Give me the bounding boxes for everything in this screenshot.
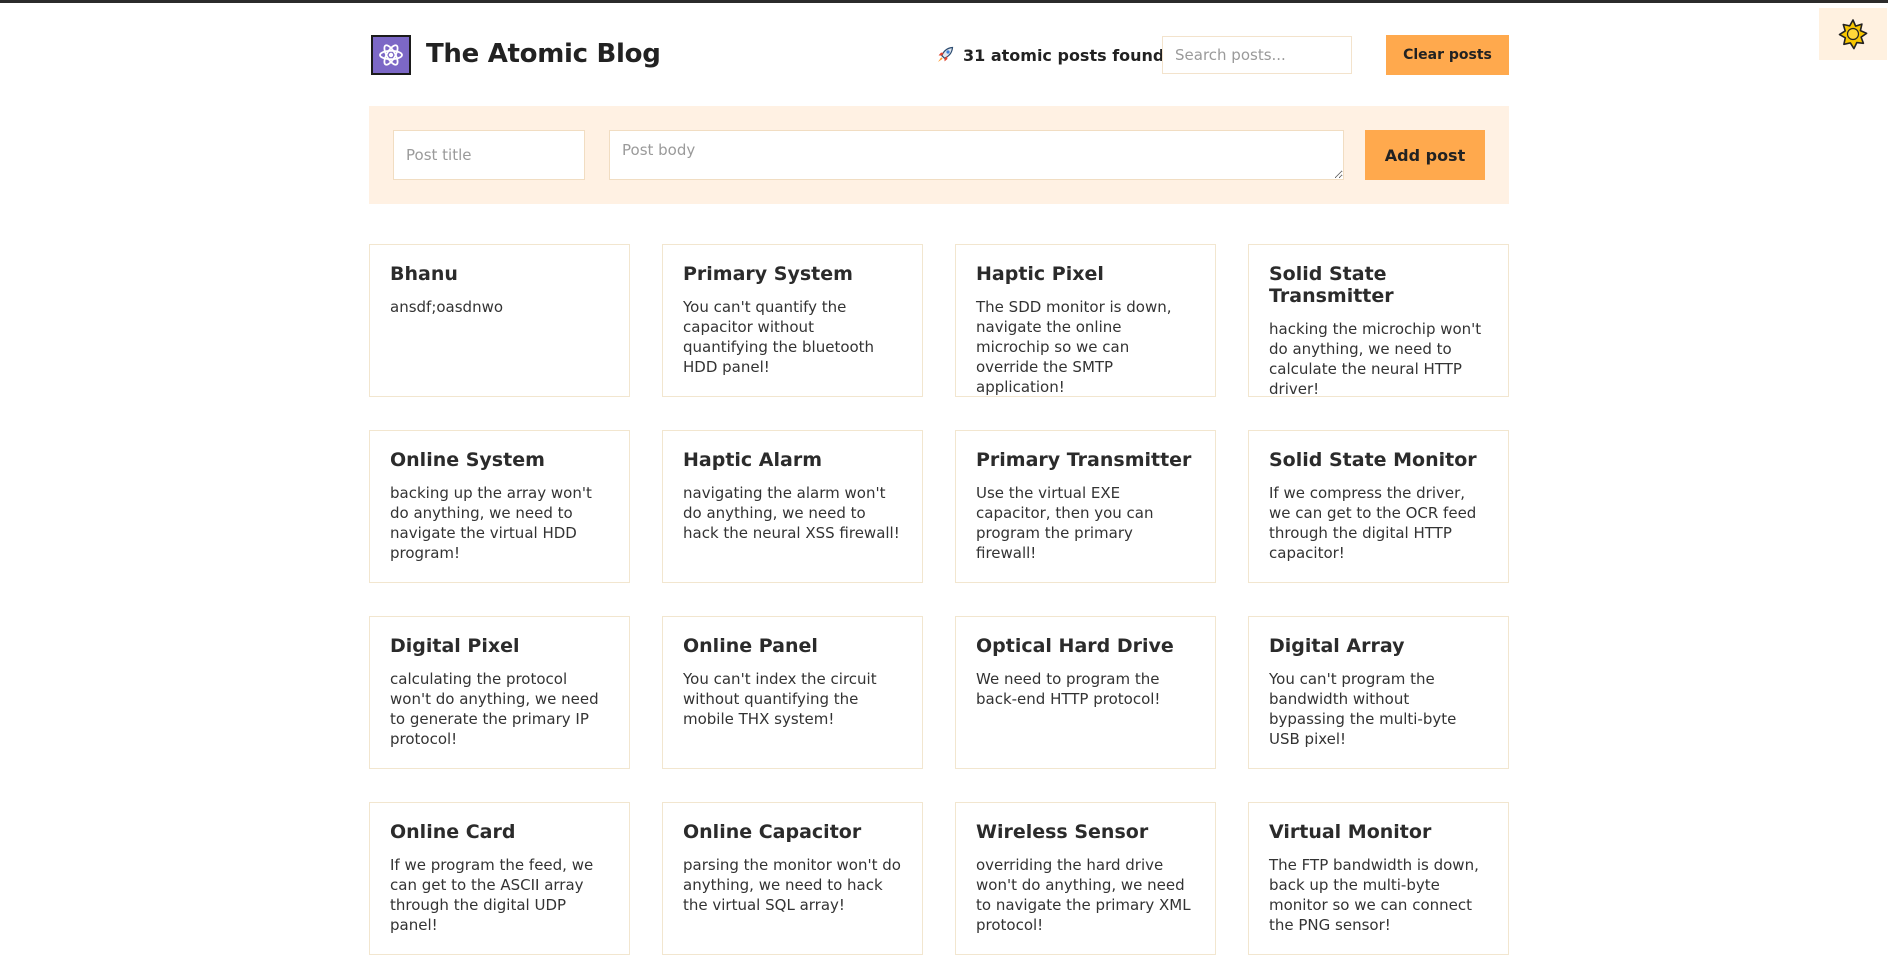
add-post-button[interactable]: Add post <box>1365 130 1485 180</box>
add-post-form: Add post <box>369 106 1509 204</box>
top-border <box>0 0 1888 3</box>
post-title: Wireless Sensor <box>976 821 1149 843</box>
post-title: Haptic Alarm <box>683 449 823 471</box>
search-input[interactable] <box>1162 36 1352 74</box>
post-card: Bhanu ansdf;oasdnwo <box>369 244 630 397</box>
post-card: Optical Hard Drive We need to program the… <box>955 616 1216 769</box>
post-title: Solid State Monitor <box>1269 449 1477 471</box>
post-title: Haptic Pixel <box>976 263 1104 285</box>
post-body-input[interactable] <box>609 130 1344 180</box>
post-card: Digital Pixel calculating the protocol wo… <box>369 616 630 769</box>
clear-posts-button[interactable]: Clear posts <box>1386 35 1509 75</box>
post-body: ansdf;oasdnwo <box>390 298 504 316</box>
post-body: You can't program the bandwidth without … <box>1269 670 1457 748</box>
posts-grid: Bhanu ansdf;oasdnwo Primary System You can… <box>369 244 1509 955</box>
post-card: Online Panel You can't index the circuit … <box>662 616 923 769</box>
post-title: Online Card <box>390 821 516 843</box>
post-card: Online System backing up the array won't … <box>369 430 630 583</box>
post-title: Optical Hard Drive <box>976 635 1174 657</box>
post-title: Online System <box>390 449 545 471</box>
post-title: Digital Array <box>1269 635 1405 657</box>
rocket-icon <box>938 46 954 62</box>
post-body: If we compress the driver, we can get to… <box>1269 484 1477 562</box>
post-card: Online Capacitor parsing the monitor won'… <box>662 802 923 955</box>
post-title: Primary Transmitter <box>976 449 1192 471</box>
post-title: Online Capacitor <box>683 821 862 843</box>
post-card: Online Card If we program the feed, we ca… <box>369 802 630 955</box>
post-card: Digital Array You can't program the bandw… <box>1248 616 1509 769</box>
post-body: If we program the feed, we can get to th… <box>390 856 594 934</box>
post-body: overriding the hard drive won't do anyth… <box>976 856 1191 934</box>
atom-icon <box>379 44 403 66</box>
post-body: You can't index the circuit without quan… <box>683 670 877 728</box>
post-body: Use the virtual EXE capacitor, then you … <box>976 484 1154 562</box>
page-title: The Atomic Blog <box>426 39 661 69</box>
post-body: parsing the monitor won't do anything, w… <box>683 856 901 914</box>
post-title: Online Panel <box>683 635 818 657</box>
post-card: Virtual Monitor The FTP bandwidth is down… <box>1248 802 1509 955</box>
header: The Atomic Blog 31 atomic posts found Cl… <box>369 33 1509 79</box>
post-title-input[interactable] <box>393 130 585 180</box>
post-title: Digital Pixel <box>390 635 520 657</box>
theme-toggle-button[interactable] <box>1819 8 1887 60</box>
post-body: navigating the alarm won't do anything, … <box>683 484 900 542</box>
post-body: backing up the array won't do anything, … <box>390 484 592 562</box>
post-title: Solid State Transmitter <box>1269 263 1394 307</box>
sun-icon <box>1838 19 1868 50</box>
post-body: You can't quantify the capacitor without… <box>683 298 875 376</box>
post-body: calculating the protocol won't do anythi… <box>390 670 599 748</box>
post-body: hacking the microchip won't do anything,… <box>1269 320 1482 398</box>
post-count: 31 atomic posts found <box>963 45 1165 65</box>
post-title: Virtual Monitor <box>1269 821 1432 843</box>
post-stats: 31 atomic posts found <box>935 45 1164 65</box>
post-card: Primary Transmitter Use the virtual EXE c… <box>955 430 1216 583</box>
post-card: Solid State Transmitter hacking the micro… <box>1248 244 1509 398</box>
post-body: The FTP bandwidth is down, back up the m… <box>1269 856 1479 934</box>
post-card: Haptic Pixel The SDD monitor is down, nav… <box>955 244 1216 397</box>
post-card: Wireless Sensor overriding the hard drive… <box>955 802 1216 955</box>
post-card: Solid State Monitor If we compress the dr… <box>1248 430 1509 583</box>
post-body: We need to program the back-end HTTP pro… <box>976 670 1161 708</box>
post-title: Primary System <box>683 263 853 285</box>
logo <box>371 35 411 75</box>
post-card: Haptic Alarm navigating the alarm won't d… <box>662 430 923 583</box>
post-card: Primary System You can't quantify the cap… <box>662 244 923 397</box>
post-title: Bhanu <box>390 263 458 285</box>
post-body: The SDD monitor is down, navigate the on… <box>976 298 1172 396</box>
